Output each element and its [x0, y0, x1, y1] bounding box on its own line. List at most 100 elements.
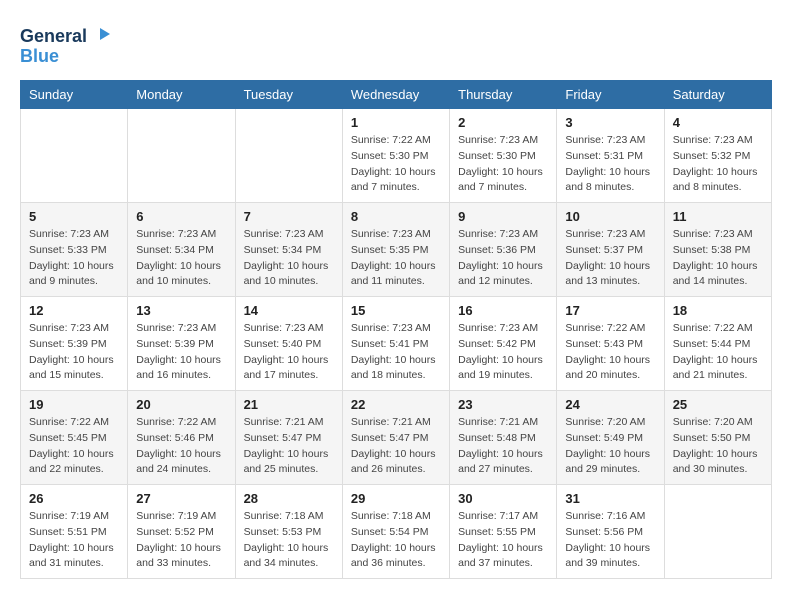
day-cell: 22 Sunrise: 7:21 AM Sunset: 5:47 PM Dayli… — [342, 391, 449, 485]
day-info: Sunrise: 7:23 AM Sunset: 5:31 PM Dayligh… — [565, 133, 655, 196]
day-number: 15 — [351, 303, 441, 318]
svg-text:Blue: Blue — [20, 46, 59, 66]
day-number: 1 — [351, 115, 441, 130]
day-cell: 25Sunrise: 7:20 AM Sunset: 5:50 PM Dayli… — [664, 391, 771, 485]
day-cell: 27 Sunrise: 7:19 AM Sunset: 5:52 PM Dayli… — [128, 485, 235, 579]
day-number: 7 — [244, 209, 334, 224]
day-number: 13 — [136, 303, 226, 318]
day-cell: 11Sunrise: 7:23 AM Sunset: 5:38 PM Dayli… — [664, 203, 771, 297]
week-row-1: 1 Sunrise: 7:22 AM Sunset: 5:30 PM Daylig… — [21, 109, 772, 203]
day-info: Sunrise: 7:16 AM Sunset: 5:56 PM Dayligh… — [565, 509, 655, 572]
day-cell — [21, 109, 128, 203]
day-cell: 12Sunrise: 7:23 AM Sunset: 5:39 PM Dayli… — [21, 297, 128, 391]
day-info: Sunrise: 7:23 AM Sunset: 5:32 PM Dayligh… — [673, 133, 763, 196]
day-number: 11 — [673, 209, 763, 224]
day-info: Sunrise: 7:23 AM Sunset: 5:39 PM Dayligh… — [136, 321, 226, 384]
day-number: 3 — [565, 115, 655, 130]
day-info: Sunrise: 7:23 AM Sunset: 5:34 PM Dayligh… — [136, 227, 226, 290]
week-row-2: 5 Sunrise: 7:23 AM Sunset: 5:33 PM Daylig… — [21, 203, 772, 297]
day-info: Sunrise: 7:22 AM Sunset: 5:45 PM Dayligh… — [29, 415, 119, 478]
day-cell: 18 Sunrise: 7:22 AM Sunset: 5:44 PM Dayli… — [664, 297, 771, 391]
day-info: Sunrise: 7:23 AM Sunset: 5:33 PM Dayligh… — [29, 227, 119, 290]
day-info: Sunrise: 7:22 AM Sunset: 5:30 PM Dayligh… — [351, 133, 441, 196]
day-number: 9 — [458, 209, 548, 224]
day-cell: 26Sunrise: 7:19 AM Sunset: 5:51 PM Dayli… — [21, 485, 128, 579]
day-number: 25 — [673, 397, 763, 412]
week-row-3: 12Sunrise: 7:23 AM Sunset: 5:39 PM Dayli… — [21, 297, 772, 391]
day-info: Sunrise: 7:23 AM Sunset: 5:34 PM Dayligh… — [244, 227, 334, 290]
day-cell: 8 Sunrise: 7:23 AM Sunset: 5:35 PM Daylig… — [342, 203, 449, 297]
day-info: Sunrise: 7:22 AM Sunset: 5:44 PM Dayligh… — [673, 321, 763, 384]
day-number: 5 — [29, 209, 119, 224]
logo: General Blue — [20, 20, 110, 70]
day-headers-row: SundayMondayTuesdayWednesdayThursdayFrid… — [21, 81, 772, 109]
day-info: Sunrise: 7:21 AM Sunset: 5:47 PM Dayligh… — [244, 415, 334, 478]
day-cell: 30 Sunrise: 7:17 AM Sunset: 5:55 PM Dayli… — [450, 485, 557, 579]
day-info: Sunrise: 7:22 AM Sunset: 5:46 PM Dayligh… — [136, 415, 226, 478]
day-header-saturday: Saturday — [664, 81, 771, 109]
day-number: 2 — [458, 115, 548, 130]
day-number: 31 — [565, 491, 655, 506]
day-number: 29 — [351, 491, 441, 506]
day-info: Sunrise: 7:17 AM Sunset: 5:55 PM Dayligh… — [458, 509, 548, 572]
day-info: Sunrise: 7:23 AM Sunset: 5:40 PM Dayligh… — [244, 321, 334, 384]
day-cell: 1 Sunrise: 7:22 AM Sunset: 5:30 PM Daylig… — [342, 109, 449, 203]
day-info: Sunrise: 7:18 AM Sunset: 5:54 PM Dayligh… — [351, 509, 441, 572]
day-header-tuesday: Tuesday — [235, 81, 342, 109]
day-cell: 15 Sunrise: 7:23 AM Sunset: 5:41 PM Dayli… — [342, 297, 449, 391]
day-info: Sunrise: 7:20 AM Sunset: 5:49 PM Dayligh… — [565, 415, 655, 478]
day-number: 28 — [244, 491, 334, 506]
day-cell — [128, 109, 235, 203]
page-header: General Blue — [20, 20, 772, 70]
day-cell: 14 Sunrise: 7:23 AM Sunset: 5:40 PM Dayli… — [235, 297, 342, 391]
day-cell: 16Sunrise: 7:23 AM Sunset: 5:42 PM Dayli… — [450, 297, 557, 391]
day-cell: 9 Sunrise: 7:23 AM Sunset: 5:36 PM Daylig… — [450, 203, 557, 297]
day-header-sunday: Sunday — [21, 81, 128, 109]
day-number: 8 — [351, 209, 441, 224]
day-info: Sunrise: 7:23 AM Sunset: 5:35 PM Dayligh… — [351, 227, 441, 290]
day-cell: 24Sunrise: 7:20 AM Sunset: 5:49 PM Dayli… — [557, 391, 664, 485]
day-cell: 29 Sunrise: 7:18 AM Sunset: 5:54 PM Dayli… — [342, 485, 449, 579]
day-number: 22 — [351, 397, 441, 412]
day-number: 6 — [136, 209, 226, 224]
day-header-friday: Friday — [557, 81, 664, 109]
day-cell: 3 Sunrise: 7:23 AM Sunset: 5:31 PM Daylig… — [557, 109, 664, 203]
day-header-thursday: Thursday — [450, 81, 557, 109]
logo-svg: General Blue — [20, 20, 110, 70]
day-number: 30 — [458, 491, 548, 506]
week-row-5: 26Sunrise: 7:19 AM Sunset: 5:51 PM Dayli… — [21, 485, 772, 579]
day-number: 21 — [244, 397, 334, 412]
day-cell: 23Sunrise: 7:21 AM Sunset: 5:48 PM Dayli… — [450, 391, 557, 485]
day-number: 19 — [29, 397, 119, 412]
day-cell: 4Sunrise: 7:23 AM Sunset: 5:32 PM Daylig… — [664, 109, 771, 203]
day-cell: 10 Sunrise: 7:23 AM Sunset: 5:37 PM Dayli… — [557, 203, 664, 297]
day-cell — [235, 109, 342, 203]
day-info: Sunrise: 7:21 AM Sunset: 5:48 PM Dayligh… — [458, 415, 548, 478]
day-info: Sunrise: 7:23 AM Sunset: 5:30 PM Dayligh… — [458, 133, 548, 196]
day-number: 17 — [565, 303, 655, 318]
day-info: Sunrise: 7:21 AM Sunset: 5:47 PM Dayligh… — [351, 415, 441, 478]
day-number: 27 — [136, 491, 226, 506]
day-cell: 19 Sunrise: 7:22 AM Sunset: 5:45 PM Dayli… — [21, 391, 128, 485]
day-info: Sunrise: 7:23 AM Sunset: 5:37 PM Dayligh… — [565, 227, 655, 290]
svg-text:General: General — [20, 26, 87, 46]
day-number: 14 — [244, 303, 334, 318]
day-cell: 6 Sunrise: 7:23 AM Sunset: 5:34 PM Daylig… — [128, 203, 235, 297]
day-header-wednesday: Wednesday — [342, 81, 449, 109]
calendar-body: 1 Sunrise: 7:22 AM Sunset: 5:30 PM Daylig… — [21, 109, 772, 579]
day-cell: 7 Sunrise: 7:23 AM Sunset: 5:34 PM Daylig… — [235, 203, 342, 297]
day-info: Sunrise: 7:18 AM Sunset: 5:53 PM Dayligh… — [244, 509, 334, 572]
day-info: Sunrise: 7:23 AM Sunset: 5:41 PM Dayligh… — [351, 321, 441, 384]
day-info: Sunrise: 7:23 AM Sunset: 5:39 PM Dayligh… — [29, 321, 119, 384]
day-number: 10 — [565, 209, 655, 224]
day-cell: 20 Sunrise: 7:22 AM Sunset: 5:46 PM Dayli… — [128, 391, 235, 485]
day-cell: 31 Sunrise: 7:16 AM Sunset: 5:56 PM Dayli… — [557, 485, 664, 579]
day-info: Sunrise: 7:22 AM Sunset: 5:43 PM Dayligh… — [565, 321, 655, 384]
day-cell — [664, 485, 771, 579]
day-cell: 28 Sunrise: 7:18 AM Sunset: 5:53 PM Dayli… — [235, 485, 342, 579]
day-number: 16 — [458, 303, 548, 318]
day-number: 20 — [136, 397, 226, 412]
day-info: Sunrise: 7:19 AM Sunset: 5:52 PM Dayligh… — [136, 509, 226, 572]
day-number: 18 — [673, 303, 763, 318]
day-info: Sunrise: 7:23 AM Sunset: 5:36 PM Dayligh… — [458, 227, 548, 290]
